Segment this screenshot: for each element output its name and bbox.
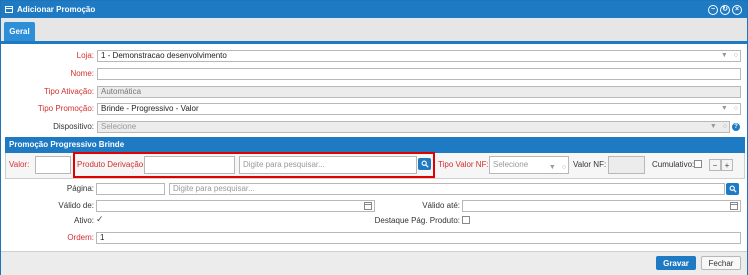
minimize-icon[interactable]: − bbox=[708, 4, 718, 15]
highlight-box bbox=[73, 152, 435, 178]
dispositivo-placeholder: Selecione bbox=[101, 122, 137, 131]
destaque-label: Destaque Pág. Produto: bbox=[374, 216, 460, 225]
pagina-search-button[interactable] bbox=[726, 183, 739, 195]
loja-label: Loja: bbox=[76, 51, 94, 60]
clear-icon[interactable]: ○ bbox=[562, 160, 566, 173]
tipo-valor-nf-placeholder: Selecione bbox=[493, 160, 529, 169]
valor-nf-label: Valor NF: bbox=[573, 160, 607, 169]
stepper-minus-button[interactable]: − bbox=[709, 159, 721, 171]
refresh-icon[interactable]: ↻ bbox=[720, 4, 730, 15]
caret-down-icon: ▼ bbox=[720, 105, 728, 112]
pagina-label: Página: bbox=[66, 184, 94, 193]
nome-input[interactable] bbox=[97, 68, 741, 80]
close-button[interactable]: Fechar bbox=[701, 256, 741, 270]
destaque-checkbox[interactable] bbox=[462, 216, 470, 224]
loja-value: 1 - Demonstracao desenvolvimento bbox=[101, 51, 227, 60]
dispositivo-label: Dispositivo: bbox=[53, 122, 94, 131]
tipo-valor-nf-select[interactable]: Selecione ▼ ○ bbox=[489, 156, 569, 174]
valor-input[interactable] bbox=[35, 156, 71, 174]
title-bar: Adicionar Promoção − ↻ × bbox=[1, 1, 747, 18]
valido-de-label: Válido de: bbox=[58, 201, 94, 210]
loja-select[interactable]: 1 - Demonstracao desenvolvimento ▼ ○ bbox=[97, 50, 741, 62]
valido-ate-label: Válido até: bbox=[422, 201, 460, 210]
clear-icon[interactable]: ○ bbox=[734, 51, 738, 61]
search-icon bbox=[729, 185, 737, 193]
cumulativo-label: Cumulativo: bbox=[652, 160, 695, 169]
caret-down-icon: ▼ bbox=[548, 164, 556, 171]
tipo-promocao-label: Tipo Promoção: bbox=[37, 104, 94, 113]
caret-down-icon: ▼ bbox=[709, 123, 717, 130]
valido-de-input[interactable] bbox=[96, 200, 375, 212]
valido-ate-input[interactable] bbox=[462, 200, 741, 212]
cumulativo-checkbox[interactable] bbox=[694, 160, 702, 168]
valor-nf-input bbox=[608, 156, 645, 174]
tipo-ativacao-label: Tipo Ativação: bbox=[44, 87, 94, 96]
clear-icon[interactable]: ○ bbox=[734, 104, 738, 114]
section-header: Promoção Progressivo Brinde bbox=[5, 137, 745, 153]
tab-geral[interactable]: Geral bbox=[4, 22, 35, 41]
pagina-search-placeholder: Digite para pesquisar... bbox=[173, 184, 255, 193]
tipo-promocao-select[interactable]: Brinde - Progressivo - Valor ▼ ○ bbox=[97, 103, 741, 115]
stepper-plus-button[interactable]: + bbox=[721, 159, 733, 171]
window-icon bbox=[5, 6, 13, 13]
nome-label: Nome: bbox=[70, 69, 94, 78]
tab-strip: Geral bbox=[1, 18, 747, 44]
form-content: Loja: 1 - Demonstracao desenvolvimento ▼… bbox=[1, 44, 747, 250]
pagina-search[interactable]: Digite para pesquisar... bbox=[169, 183, 725, 195]
promotion-dialog: Adicionar Promoção − ↻ × Geral Loja: 1 -… bbox=[0, 0, 748, 275]
calendar-icon[interactable] bbox=[364, 202, 372, 210]
valor-label: Valor: bbox=[9, 160, 30, 169]
tipo-promocao-value: Brinde - Progressivo - Valor bbox=[101, 104, 199, 113]
save-button[interactable]: Gravar bbox=[656, 256, 696, 270]
ordem-input[interactable]: 1 bbox=[96, 232, 741, 244]
tipo-valor-nf-label: Tipo Valor NF: bbox=[438, 160, 489, 169]
dialog-footer: Gravar Fechar bbox=[1, 251, 747, 275]
caret-down-icon: ▼ bbox=[720, 52, 728, 59]
pagina-input[interactable] bbox=[96, 183, 165, 195]
help-icon[interactable]: ? bbox=[732, 123, 740, 131]
ativo-label: Ativo: bbox=[73, 216, 94, 225]
dispositivo-select[interactable]: Selecione ▼ ○ bbox=[97, 121, 730, 133]
close-icon[interactable]: × bbox=[732, 4, 742, 15]
tipo-ativacao-field: Automática bbox=[97, 86, 741, 98]
clear-icon[interactable]: ○ bbox=[723, 122, 727, 132]
ativo-checkbox[interactable]: ✓ bbox=[96, 215, 104, 224]
window-title: Adicionar Promoção bbox=[17, 5, 96, 14]
ordem-label: Ordem: bbox=[67, 233, 94, 242]
calendar-icon[interactable] bbox=[730, 202, 738, 210]
